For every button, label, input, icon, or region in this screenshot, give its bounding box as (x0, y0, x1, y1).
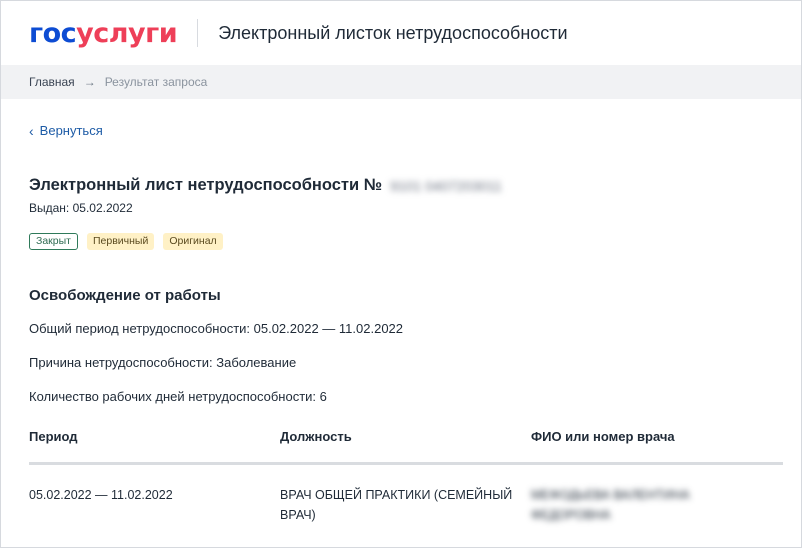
status-badge-closed: Закрыт (29, 233, 78, 250)
section-title-release: Освобождение от работы (29, 287, 221, 304)
table-header-period: Период (29, 429, 78, 444)
workdays-line: Количество рабочих дней нетрудоспособнос… (29, 389, 327, 404)
header-divider (197, 19, 199, 47)
document-number-redacted: 9101 0407203011 (390, 177, 502, 194)
table-header-position: Должность (280, 429, 352, 444)
breadcrumb: Главная → Результат запроса (1, 65, 801, 99)
back-link-label: Вернуться (39, 123, 103, 138)
page-frame: гос услуги Электронный листок нетрудоспос… (0, 0, 802, 548)
table-cell-doctor-redacted: МЕФОДЬЕВА ВАЛЕНТИНА ФЕДОРОВНА (531, 488, 690, 522)
logo-part-uslugi: услуги (76, 17, 178, 49)
status-badge-original: Оригинал (163, 233, 223, 250)
document-title: Электронный лист нетрудоспособности № 91… (29, 176, 502, 195)
back-link[interactable]: ‹ Вернуться (29, 123, 103, 138)
breadcrumb-current: Результат запроса (104, 75, 208, 89)
table-cell-period: 05.02.2022 — 11.02.2022 (29, 488, 173, 502)
header-title: Электронный листок нетрудоспособности (218, 22, 568, 43)
status-badge-primary: Первичный (86, 233, 155, 250)
status-badges: Закрыт Первичный Оригинал (29, 233, 232, 250)
gosuslugi-logo[interactable]: гос услуги (29, 17, 178, 49)
document-title-text: Электронный лист нетрудоспособности № (29, 176, 383, 194)
table-cell-position: ВРАЧ ОБЩЕЙ ПРАКТИКИ (СЕМЕЙНЫЙ ВРАЧ) (280, 488, 513, 522)
chevron-left-icon: ‹ (29, 122, 34, 139)
arrow-right-icon: → (83, 75, 96, 89)
logo-part-gos: гос (29, 17, 77, 49)
reason-line: Причина нетрудоспособности: Заболевание (29, 355, 297, 370)
total-period-line: Общий период нетрудоспособности: 05.02.2… (29, 321, 404, 336)
table-divider (29, 462, 783, 465)
breadcrumb-home-link[interactable]: Главная (29, 75, 75, 89)
table-header-doctor: ФИО или номер врача (531, 429, 675, 444)
site-header: гос услуги Электронный листок нетрудоспос… (1, 1, 801, 65)
issued-date: Выдан: 05.02.2022 (29, 201, 133, 215)
